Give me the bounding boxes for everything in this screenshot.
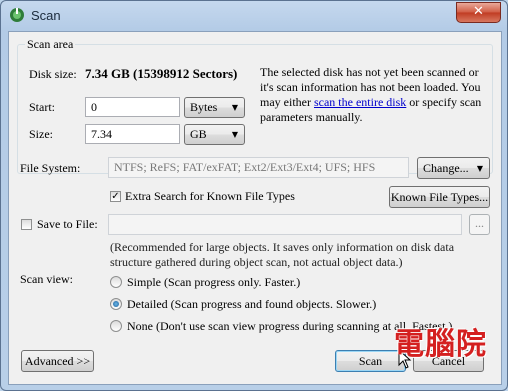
size-label: Size: bbox=[29, 127, 53, 141]
size-unit-value: GB bbox=[190, 127, 207, 141]
scan-dialog: Scan ✕ Scan area Disk size: 7.34 GB (153… bbox=[0, 0, 508, 391]
scan-entire-disk-link[interactable]: scan the entire disk bbox=[314, 95, 406, 109]
file-system-label: File System: bbox=[20, 161, 81, 175]
start-label: Start: bbox=[29, 100, 55, 114]
watermark-logo: 電腦院 bbox=[394, 327, 487, 362]
scan-view-simple-radio[interactable] bbox=[110, 276, 122, 288]
chevron-down-icon: ▼ bbox=[231, 130, 238, 139]
disk-size-value: 7.34 GB (15398912 Sectors) bbox=[85, 66, 238, 81]
scan-info-text: The selected disk has not yet been scann… bbox=[260, 65, 485, 125]
save-to-file-label[interactable]: Save to File: bbox=[37, 217, 98, 232]
chevron-down-icon: ▼ bbox=[231, 103, 238, 112]
save-to-file-checkbox[interactable] bbox=[21, 219, 32, 230]
advanced-button[interactable]: Advanced >> bbox=[21, 350, 94, 372]
change-file-system-button[interactable]: Change... ▼ bbox=[417, 157, 490, 179]
scan-area-group: Scan area Disk size: 7.34 GB (15398912 S… bbox=[17, 37, 493, 174]
browse-button: ... bbox=[469, 214, 490, 235]
disk-size-label: Disk size: bbox=[29, 67, 77, 81]
title-bar[interactable]: Scan ✕ bbox=[1, 1, 507, 31]
extra-search-label[interactable]: Extra Search for Known File Types bbox=[125, 189, 295, 204]
file-system-field: NTFS; ReFS; FAT/exFAT; Ext2/Ext3/Ext4; U… bbox=[108, 157, 409, 178]
size-unit-select[interactable]: GB ▼ bbox=[184, 124, 245, 145]
known-file-types-button[interactable]: Known File Types... bbox=[389, 186, 490, 208]
start-unit-select[interactable]: Bytes ▼ bbox=[184, 97, 245, 118]
scan-view-none-radio[interactable] bbox=[110, 320, 122, 332]
scan-area-legend: Scan area bbox=[25, 37, 76, 52]
start-input[interactable]: 0 bbox=[85, 97, 180, 117]
scan-view-detailed-label[interactable]: Detailed (Scan progress and found object… bbox=[127, 297, 376, 312]
scan-view-label: Scan view: bbox=[20, 272, 73, 286]
change-button-label: Change... bbox=[423, 161, 469, 175]
start-unit-value: Bytes bbox=[190, 100, 218, 114]
app-icon bbox=[10, 8, 24, 22]
size-input[interactable]: 7.34 bbox=[85, 124, 180, 144]
save-note: (Recommended for large objects. It saves… bbox=[110, 240, 455, 269]
scan-view-simple-label[interactable]: Simple (Scan progress only. Faster.) bbox=[127, 275, 300, 290]
save-file-path-input bbox=[108, 214, 462, 235]
window-title: Scan bbox=[31, 8, 61, 23]
extra-search-checkbox[interactable]: ✓ bbox=[110, 191, 121, 202]
chevron-down-icon: ▼ bbox=[476, 164, 483, 173]
close-button[interactable]: ✕ bbox=[456, 2, 501, 23]
scan-view-detailed-radio[interactable] bbox=[110, 298, 122, 310]
